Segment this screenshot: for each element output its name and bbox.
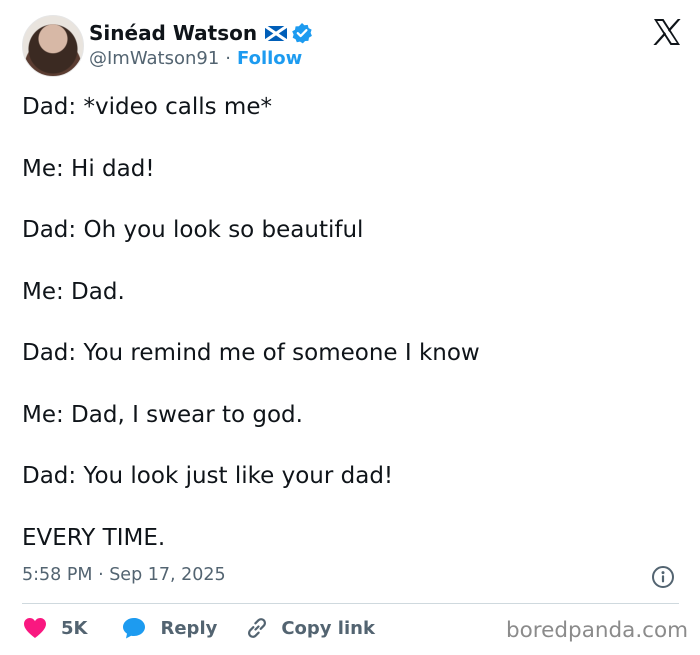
verified-badge-icon xyxy=(291,22,313,44)
follow-button[interactable]: Follow xyxy=(237,48,302,69)
reply-label: Reply xyxy=(160,617,218,639)
tweet-line: Me: Dad, I swear to god. xyxy=(22,401,303,428)
copy-link-button[interactable]: Copy link xyxy=(244,615,375,641)
avatar[interactable] xyxy=(22,15,84,77)
tweet-line: EVERY TIME. xyxy=(22,524,166,551)
author-info: Sinéad Watson @ImWatson91 · Follow xyxy=(89,19,313,69)
handle-row: @ImWatson91 · Follow xyxy=(89,48,313,69)
name-row: Sinéad Watson xyxy=(89,19,313,47)
copy-link-label: Copy link xyxy=(281,617,375,639)
tweet-header: Sinéad Watson @ImWatson91 · Follow xyxy=(22,15,682,79)
action-bar: 5K Reply Copy link xyxy=(22,612,375,644)
info-icon[interactable] xyxy=(651,565,675,589)
divider xyxy=(22,603,679,604)
separator-dot: · xyxy=(225,48,232,69)
x-logo-icon[interactable] xyxy=(652,17,682,47)
tweet-card: Sinéad Watson @ImWatson91 · Follow Dad: … xyxy=(0,0,700,655)
reply-button[interactable]: Reply xyxy=(121,616,217,640)
tweet-line: Dad: You remind me of someone I know xyxy=(22,340,480,366)
tweet-line: Dad: You look just like your dad! xyxy=(22,463,394,489)
scotland-flag-icon xyxy=(264,24,288,42)
tweet-line: Me: Hi dad! xyxy=(22,155,155,182)
tweet-timestamp[interactable]: 5:58 PM · Sep 17, 2025 xyxy=(22,565,226,585)
tweet-line: Dad: *video calls me* xyxy=(22,94,272,120)
tweet-line: Me: Dad. xyxy=(22,278,125,305)
user-handle[interactable]: @ImWatson91 xyxy=(89,48,219,69)
like-count: 5K xyxy=(61,617,88,639)
watermark: boredpanda.com xyxy=(506,618,689,643)
display-name[interactable]: Sinéad Watson xyxy=(89,21,257,45)
reply-bubble-icon xyxy=(121,616,147,640)
heart-icon xyxy=(22,616,48,640)
like-button[interactable]: 5K xyxy=(22,616,87,640)
tweet-text: Dad: *video calls me* Me: Hi dad! Dad: O… xyxy=(22,90,678,582)
tweet-line: Dad: Oh you look so beautiful xyxy=(22,217,364,243)
link-icon xyxy=(244,615,270,641)
